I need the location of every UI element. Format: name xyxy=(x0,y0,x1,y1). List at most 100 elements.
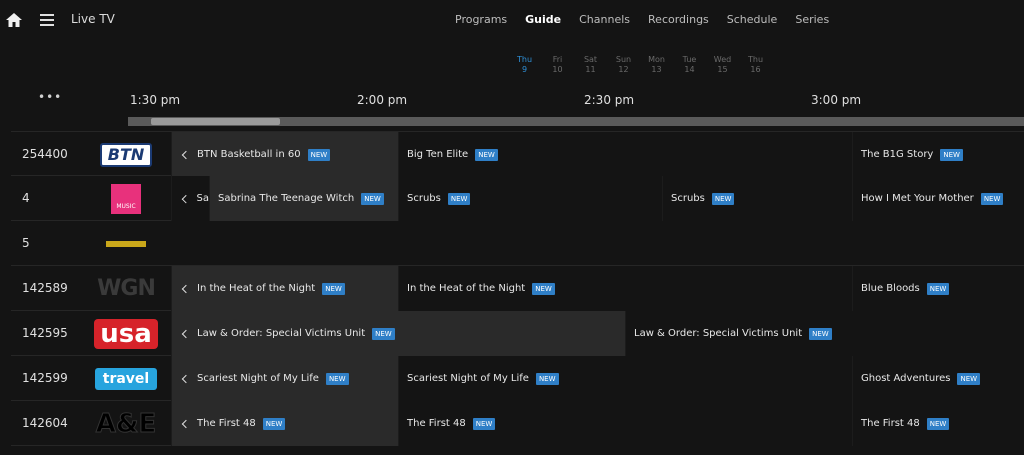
day-item[interactable]: Thu 16 xyxy=(739,55,772,75)
travel-logo: travel xyxy=(94,367,158,390)
channel-row: 142599 travel Scariest Night of My Life NEW… xyxy=(11,356,1024,401)
program-title: The First 48 xyxy=(407,418,466,429)
top-bar: Live TV Programs Guide Channels Recordings S… xyxy=(0,0,1024,42)
program-title: Sabrina The Teenage Witch xyxy=(218,193,355,204)
new-badge: NEW xyxy=(262,417,286,430)
tab-guide[interactable]: Guide xyxy=(525,13,561,26)
program-cell[interactable]: Law & Order: Special Victims Unit NEW xyxy=(171,311,625,356)
new-badge: NEW xyxy=(307,148,331,161)
day-number: 13 xyxy=(651,65,662,74)
program-cell[interactable]: BTN Basketball in 60 NEW xyxy=(171,132,398,177)
program-cell[interactable]: How I Met Your Mother NEW xyxy=(852,176,1024,221)
app-title: Live TV xyxy=(71,12,115,26)
timeline-scrollbar-thumb[interactable] xyxy=(151,118,280,125)
day-item[interactable]: Fri 10 xyxy=(541,55,574,75)
program-title: Law & Order: Special Victims Unit xyxy=(634,328,803,339)
program-cell[interactable]: Scrubs NEW xyxy=(398,176,662,221)
program-cell[interactable]: The First 48 NEW xyxy=(171,401,398,446)
program-title: The First 48 xyxy=(197,418,256,429)
music-logo: MUSIC xyxy=(111,183,141,214)
program-cell[interactable]: In the Heat of the Night NEW xyxy=(398,266,852,311)
new-badge: NEW xyxy=(472,417,496,430)
new-badge: NEW xyxy=(980,192,1004,205)
channel-number[interactable]: 5 xyxy=(22,221,30,266)
program-title: Ghost Adventures xyxy=(861,373,951,384)
program-title: Sa xyxy=(196,193,209,204)
program-cell[interactable]: Scrubs NEW xyxy=(662,176,852,221)
program-cell[interactable]: Big Ten Elite NEW xyxy=(398,132,852,177)
day-number: 9 xyxy=(521,65,528,74)
more-options-button[interactable]: ••• xyxy=(38,90,62,104)
tab-schedule[interactable]: Schedule xyxy=(727,13,778,26)
program-cell[interactable]: Sa xyxy=(171,176,209,221)
day-item[interactable]: Sun 12 xyxy=(607,55,640,75)
day-item[interactable]: Wed 15 xyxy=(706,55,739,75)
channel-logo[interactable]: WGN xyxy=(91,271,161,306)
home-icon[interactable] xyxy=(5,11,23,29)
nav-tabs: Programs Guide Channels Recordings Schedule S… xyxy=(455,13,847,26)
program-cell[interactable]: The B1G Story NEW xyxy=(852,132,1024,177)
day-item[interactable]: Thu 9 xyxy=(508,55,541,75)
program-title: BTN Basketball in 60 xyxy=(197,149,301,160)
channel-logo[interactable]: BTN xyxy=(91,137,161,172)
program-title: The First 48 xyxy=(861,418,920,429)
program-cell[interactable]: In the Heat of the Night NEW xyxy=(171,266,398,311)
channel-logo[interactable]: usa xyxy=(91,316,161,351)
new-badge: NEW xyxy=(940,148,963,161)
channel-number[interactable]: 4 xyxy=(22,176,30,221)
program-cell[interactable]: Scariest Night of My Life NEW xyxy=(398,356,852,401)
channel-number[interactable]: 142599 xyxy=(22,356,68,401)
program-cell[interactable]: Scariest Night of My Life NEW xyxy=(171,356,398,401)
hamburger-menu-icon[interactable] xyxy=(39,13,55,27)
program-cell[interactable]: Sabrina The Teenage Witch NEW xyxy=(209,176,398,221)
channel-logo[interactable]: A&E xyxy=(91,406,161,441)
channel-number[interactable]: 142595 xyxy=(22,311,68,356)
channel-logo[interactable]: travel xyxy=(91,361,161,396)
new-badge: NEW xyxy=(535,372,559,385)
program-cell[interactable]: Blue Bloods NEW xyxy=(852,266,1024,311)
new-badge: NEW xyxy=(926,282,950,295)
day-name: Fri xyxy=(552,55,563,64)
channel-number[interactable]: 142589 xyxy=(22,266,68,311)
tab-recordings[interactable]: Recordings xyxy=(648,13,709,26)
program-cell[interactable]: The First 48 NEW xyxy=(852,401,1024,446)
new-badge: NEW xyxy=(372,327,395,340)
new-badge: NEW xyxy=(926,417,950,430)
day-item[interactable]: Tue 14 xyxy=(673,55,706,75)
usa-logo: usa xyxy=(94,318,158,349)
chevron-left-icon xyxy=(181,374,191,383)
program-title: Scariest Night of My Life xyxy=(407,373,529,384)
new-badge: NEW xyxy=(957,372,981,385)
channel-logo[interactable]: MUSIC xyxy=(91,181,161,216)
tab-series[interactable]: Series xyxy=(795,13,829,26)
chevron-left-icon xyxy=(181,284,191,293)
chevron-left-icon xyxy=(181,419,191,428)
new-badge: NEW xyxy=(532,282,555,295)
channel-logo[interactable] xyxy=(91,226,161,261)
tab-programs[interactable]: Programs xyxy=(455,13,507,26)
program-title: How I Met Your Mother xyxy=(861,193,974,204)
time-label: 2:30 pm xyxy=(584,93,635,107)
program-title: In the Heat of the Night xyxy=(407,283,526,294)
chevron-left-icon xyxy=(181,194,190,203)
tab-channels[interactable]: Channels xyxy=(579,13,630,26)
day-selector: Thu 9 Fri 10 Sat 11 Sun 12 Mon 13 Tue 14 Wed 15 Thu 16 xyxy=(508,55,772,75)
new-badge: NEW xyxy=(711,192,735,205)
program-title: Scariest Night of My Life xyxy=(197,373,319,384)
program-cell[interactable]: The First 48 NEW xyxy=(398,401,852,446)
guide-grid: 254400 BTN BTN Basketball in 60 NEW Big Ten … xyxy=(11,131,1024,446)
day-item[interactable]: Sat 11 xyxy=(574,55,607,75)
program-cell[interactable]: Law & Order: Special Victims Unit NEW xyxy=(625,311,1024,356)
chevron-left-icon xyxy=(181,329,191,338)
program-cell[interactable]: Ghost Adventures NEW xyxy=(852,356,1024,401)
channel-row: 5 xyxy=(11,221,1024,266)
channel-number[interactable]: 254400 xyxy=(22,132,68,177)
program-title: Blue Bloods xyxy=(861,283,920,294)
day-number: 11 xyxy=(585,65,596,74)
day-name: Thu xyxy=(516,55,533,64)
channel-number[interactable]: 142604 xyxy=(22,401,68,446)
program-title: Big Ten Elite xyxy=(407,149,469,160)
day-item[interactable]: Mon 13 xyxy=(640,55,673,75)
day-name: Sun xyxy=(615,55,632,64)
time-label: 2:00 pm xyxy=(357,93,408,107)
